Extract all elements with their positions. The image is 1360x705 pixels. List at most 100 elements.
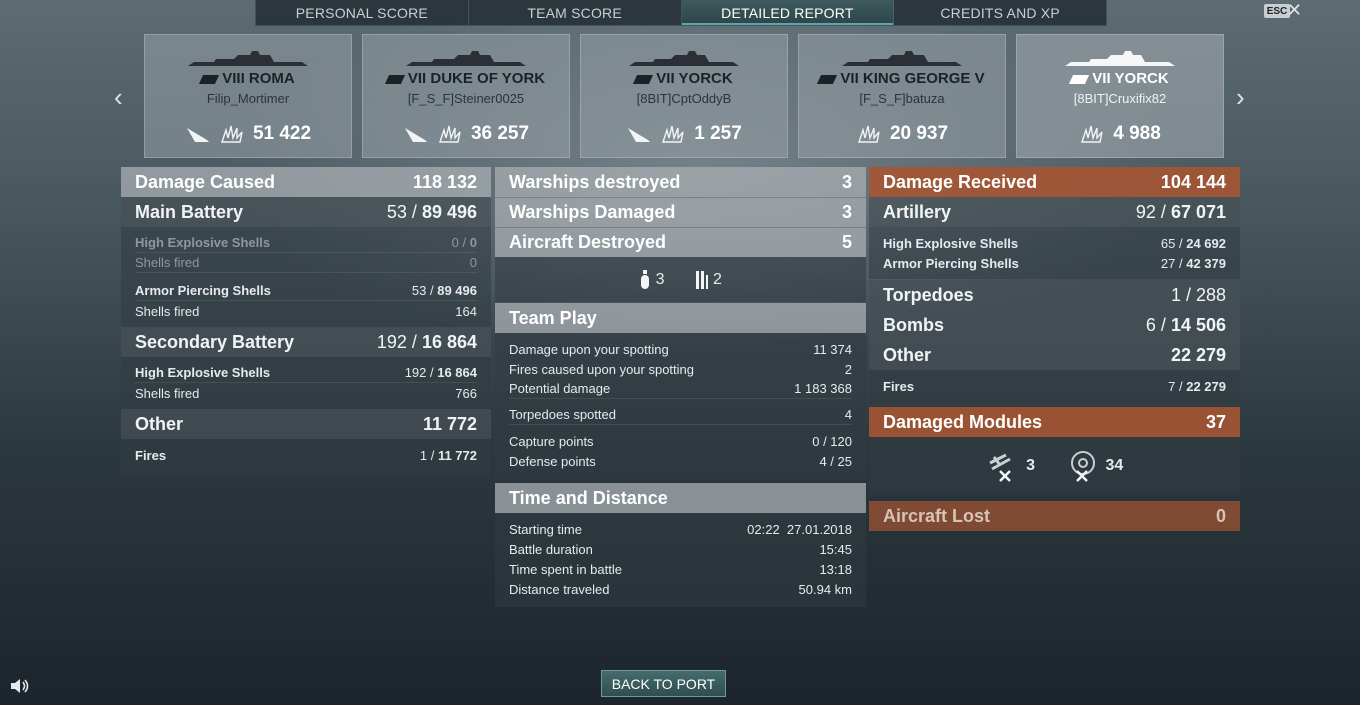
secondary-battery-label: Secondary Battery <box>135 331 295 352</box>
damage-received-label: Damage Received <box>883 171 1038 192</box>
damage-received-panel: Damage Received 104 144 Artillery 92 / 6… <box>869 167 1240 531</box>
ap-shells-hits: 53 / <box>411 283 434 298</box>
ship-name: VIII ROMA <box>222 70 295 87</box>
next-arrow-icon[interactable]: › <box>1236 82 1245 113</box>
ship-card[interactable]: VII DUKE OF YORK [F_S_F]Steiner0025 36 2… <box>362 34 570 158</box>
damage-burst-icon <box>662 125 684 143</box>
gun-module-icon <box>989 453 1011 482</box>
player-name: Filip_Mortimer <box>206 91 290 106</box>
bombs-value: 14 506 <box>1170 314 1226 335</box>
bomb-icon <box>641 269 650 289</box>
damage-caused-label: Damage Caused <box>135 171 276 192</box>
tab-personal-score[interactable]: PERSONAL SCORE <box>256 0 469 25</box>
tab-credits-and-xp[interactable]: CREDITS AND XP <box>894 0 1106 25</box>
he-shells-label: High Explosive Shells <box>135 235 271 250</box>
close-icon[interactable]: ✕ <box>1287 0 1302 21</box>
tab-team-score[interactable]: TEAM SCORE <box>469 0 682 25</box>
ship-card[interactable]: VII KING GEORGE V [F_S_F]batuza 20 937 <box>798 34 1006 158</box>
ship-cards: VIII ROMA Filip_Mortimer 51 422 VII DUKE… <box>144 34 1224 158</box>
other-value: 11 772 <box>422 413 477 434</box>
td-label: Distance traveled <box>509 581 610 597</box>
he-shells-label: High Explosive Shells <box>883 235 1019 251</box>
achievements-panel: Warships destroyed 3 Warships Damaged 3 … <box>495 167 866 607</box>
secondary-value: 16 864 <box>421 331 477 352</box>
ship-card-current-player[interactable]: VII YORCK [8BIT]Cruxifix82 4 988 <box>1016 34 1224 158</box>
sec-he-hits: 192 / <box>404 365 434 380</box>
engine-module-icon <box>1071 451 1096 482</box>
time-distance-heading: Time and Distance <box>509 487 668 508</box>
torpedo-count: 2 <box>712 270 722 288</box>
tp-value: 4 / 25 <box>819 453 852 469</box>
speaker-icon[interactable] <box>10 678 30 699</box>
damage-caused-value: 118 132 <box>412 171 477 192</box>
shells-fired-label: Shells fired <box>135 303 200 319</box>
td-value: 13:18 <box>819 561 852 577</box>
fires-value: 22 279 <box>1186 378 1226 394</box>
tp-label: Defense points <box>509 453 596 469</box>
ship-name: VII YORCK <box>1092 70 1169 87</box>
prev-arrow-icon[interactable]: ‹ <box>114 82 123 113</box>
player-name: [8BIT]Cruxifix82 <box>1073 91 1167 106</box>
ship-card[interactable]: VIII ROMA Filip_Mortimer 51 422 <box>144 34 352 158</box>
torpedo-icon <box>695 270 708 289</box>
torpedoes-value: 1 / 288 <box>1170 284 1226 305</box>
player-name: [F_S_F]Steiner0025 <box>407 91 525 106</box>
fires-hits: 7 / <box>1168 378 1183 394</box>
ap-value: 42 379 <box>1186 255 1226 271</box>
shells-fired-value: 164 <box>455 303 477 319</box>
td-label: Starting time <box>509 521 582 537</box>
aircraft-destroyed-value: 5 <box>841 232 852 252</box>
damage-burst-icon <box>438 125 461 143</box>
ship-silhouette-icon <box>842 51 962 66</box>
shells-fired-value: 766 <box>455 385 477 401</box>
damaged-modules-label: Damaged Modules <box>883 411 1043 432</box>
bombs-label: Bombs <box>883 314 945 335</box>
ship-silhouette-icon <box>188 51 308 66</box>
ship-name: VII YORCK <box>656 70 733 87</box>
fires-label: Fires <box>135 447 167 463</box>
tp-label: Damage upon your spotting <box>509 341 669 357</box>
sunk-ship-icon <box>404 128 427 142</box>
warships-destroyed-label: Warships destroyed <box>509 171 681 192</box>
sec-he-label: High Explosive Shells <box>135 365 271 380</box>
fires-hits: 1 / <box>419 447 435 463</box>
main-battery-hits: 53 / <box>386 201 417 222</box>
artillery-hits: 92 / <box>1135 201 1166 222</box>
fires-value: 11 772 <box>437 447 477 463</box>
report-tabs: PERSONAL SCORE TEAM SCORE DETAILED REPOR… <box>255 0 1107 26</box>
tab-detailed-report[interactable]: DETAILED REPORT <box>681 0 895 25</box>
tp-label: Capture points <box>509 433 594 449</box>
artillery-label: Artillery <box>883 201 952 222</box>
td-label: Battle duration <box>509 541 593 557</box>
ship-silhouette-icon <box>406 51 526 66</box>
artillery-value: 67 071 <box>1170 201 1226 222</box>
damage-value: 1 257 <box>694 123 742 144</box>
he-value: 24 692 <box>1186 235 1226 251</box>
warships-damaged-value: 3 <box>841 202 852 222</box>
damage-value: 4 988 <box>1113 123 1161 144</box>
damage-burst-icon <box>1081 125 1103 143</box>
ship-silhouette-icon <box>629 51 739 66</box>
shells-fired-value: 0 <box>469 255 477 270</box>
ship-name: VII DUKE OF YORK <box>407 70 546 87</box>
other-value: 22 279 <box>1170 344 1226 365</box>
td-value: 50.94 km <box>798 581 852 597</box>
ship-card[interactable]: VII YORCK [8BIT]CptOddyB 1 257 <box>580 34 788 158</box>
aircraft-lost-value: 0 <box>1215 505 1226 526</box>
damage-value: 51 422 <box>252 123 312 144</box>
other-label: Other <box>883 344 932 365</box>
ap-hits: 27 / <box>1160 255 1183 271</box>
he-shells-hits: 0 / <box>451 235 467 250</box>
sunk-ship-icon <box>628 128 651 142</box>
ap-shells-value: 89 496 <box>437 283 477 298</box>
damage-received-value: 104 144 <box>1160 171 1226 192</box>
tp-value: 1 183 368 <box>794 381 852 396</box>
td-value: 02:22 27.01.2018 <box>747 521 852 537</box>
bomb-count: 3 <box>655 270 665 288</box>
back-to-port-button[interactable]: BACK TO PORT <box>601 670 726 697</box>
damage-burst-icon <box>857 125 880 143</box>
player-name: [8BIT]CptOddyB <box>636 91 732 106</box>
aircraft-destroyed-label: Aircraft Destroyed <box>509 232 667 252</box>
player-name: [F_S_F]batuza <box>859 91 945 106</box>
ship-name: VII KING GEORGE V <box>840 70 985 87</box>
